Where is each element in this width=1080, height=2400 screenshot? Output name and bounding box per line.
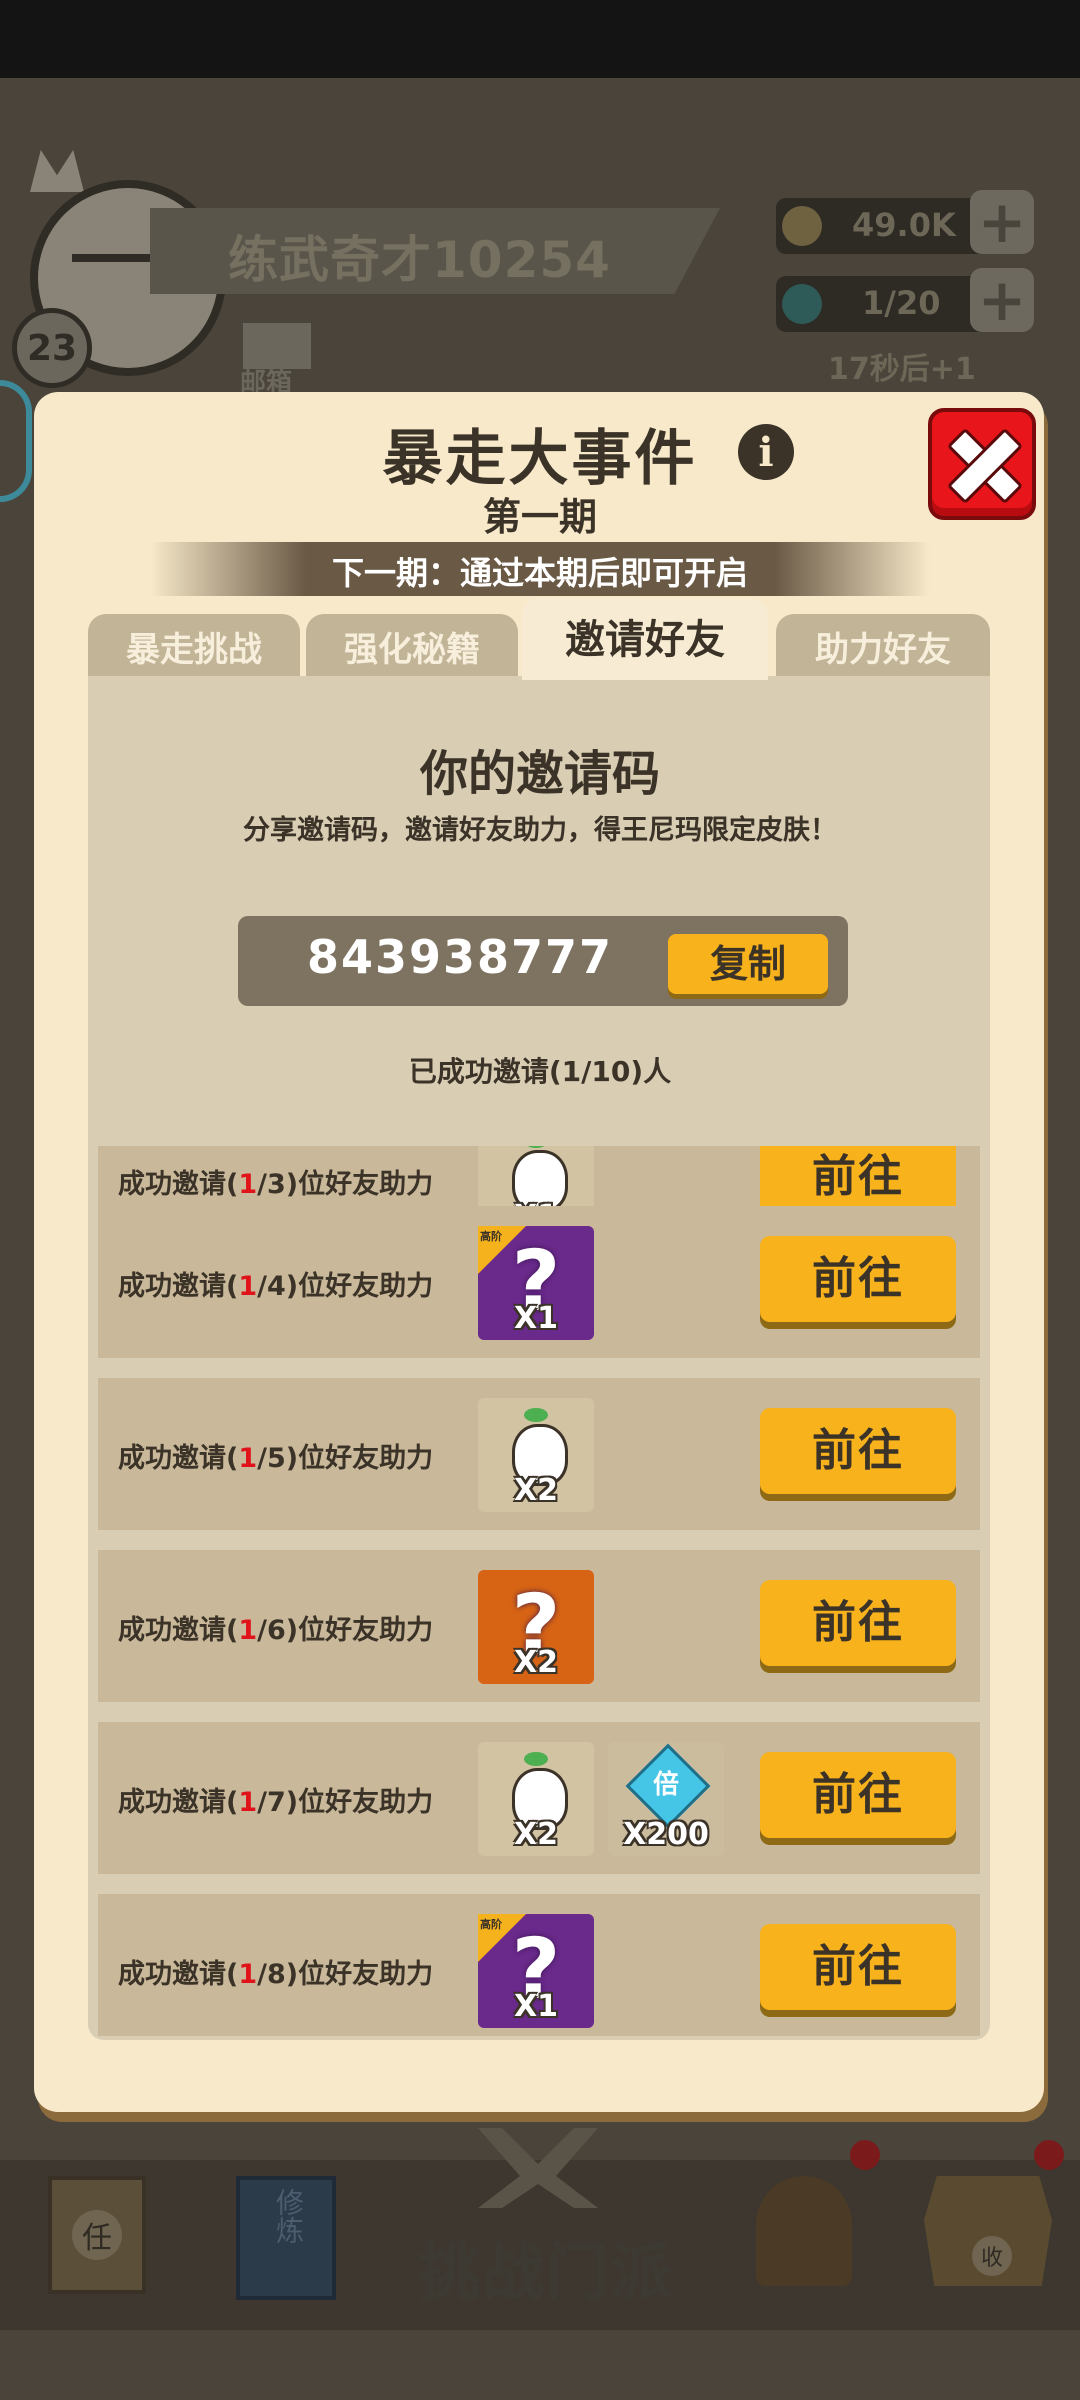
energy-value: 1/20 <box>862 284 941 322</box>
reward-quantity: X1 <box>513 1301 558 1336</box>
cultivate-book-icon: 修炼 <box>236 2176 336 2300</box>
go-button[interactable]: 前往 <box>760 1236 956 1322</box>
challenge-sect-label: 挑战门派 <box>418 2236 675 2309</box>
invited-count: 已成功邀请(1/10)人 <box>408 1055 672 1088</box>
task-label: 成功邀请(1/4)位好友助力 <box>118 1271 434 1302</box>
reward-skin-piece[interactable]: X2 <box>478 1742 594 1856</box>
go-button[interactable]: 前往 <box>760 1924 956 2010</box>
tab-rampage-challenge[interactable]: 暴走挑战 <box>88 614 300 680</box>
notification-dot <box>1034 2140 1064 2170</box>
info-icon[interactable]: i <box>738 424 794 480</box>
invite-code-heading: 你的邀请码 <box>419 746 660 802</box>
shop-label: 收 <box>972 2236 1012 2276</box>
reward-mystery-box[interactable]: ? 高阶 X1 <box>478 1226 594 1340</box>
next-period-text: 下一期：通过本期后即可开启 <box>331 554 748 592</box>
list-item: 成功邀请(1/4)位好友助力 ? 高阶 X1 前往 <box>98 1206 980 1358</box>
add-energy-button: + <box>970 268 1034 332</box>
coin-icon <box>782 206 822 246</box>
invite-description: 分享邀请码，邀请好友助力，得王尼玛限定皮肤！ <box>243 815 837 846</box>
reward-mystery-box[interactable]: ? 高阶 X1 <box>478 1914 594 2028</box>
coin-value: 49.0K <box>852 206 956 244</box>
reward-quantity: X2 <box>513 1473 558 1508</box>
leaf-icon <box>524 1752 548 1766</box>
add-coins-button: + <box>970 190 1034 254</box>
tab-enhance-manual[interactable]: 强化秘籍 <box>306 614 518 680</box>
go-button[interactable]: 前往 <box>760 1752 956 1838</box>
reward-quantity: X1 <box>513 1989 558 2024</box>
notification-dot <box>850 2140 880 2170</box>
cultivate-label: 修炼 <box>272 2188 305 2244</box>
reward-quantity: X200 <box>623 1817 709 1852</box>
reward-quantity: X2 <box>513 1645 558 1680</box>
multiplier-char: 倍 <box>652 1770 679 1800</box>
copy-button[interactable]: 复制 <box>668 934 828 994</box>
go-button[interactable]: 前往 <box>760 1580 956 1666</box>
leaf-icon <box>524 1408 548 1422</box>
level-badge: 23 <box>12 308 92 388</box>
invite-code: 843938777 <box>306 930 614 984</box>
energy-icon <box>782 284 822 324</box>
reward-mystery-outfit[interactable]: ? X2 <box>478 1570 594 1684</box>
list-item: 成功邀请(1/6)位好友助力 ? X2 前往 <box>98 1550 980 1702</box>
list-item: 成功邀请(1/8)位好友助力 ? 高阶 X1 前往 <box>98 1894 980 2036</box>
helmet-icon <box>756 2176 852 2286</box>
tab-invite-friends[interactable]: 邀请好友 <box>522 598 768 680</box>
task-label: 成功邀请(1/5)位好友助力 <box>118 1443 434 1474</box>
task-label: 成功邀请(1/6)位好友助力 <box>118 1615 434 1646</box>
period-label: 第一期 <box>482 495 597 539</box>
list-item: 成功邀请(1/7)位好友助力 X2 倍 X200 前往 <box>98 1722 980 1874</box>
status-bar <box>0 0 1080 78</box>
task-label: 成功邀请(1/8)位好友助力 <box>118 1959 434 1990</box>
reward-multiplier-gem[interactable]: 倍 X200 <box>608 1742 724 1856</box>
task-label: 任 <box>72 2210 122 2260</box>
modal-title: 暴走大事件 <box>382 424 698 494</box>
reward-task-list[interactable]: 成功邀请(1/3)位好友助力 X1 前往 成功邀请(1/4)位好友助力 ? 高阶… <box>98 1146 980 2036</box>
task-label: 成功邀请(1/3)位好友助力 <box>118 1169 434 1200</box>
username: 练武奇才10254 <box>228 231 611 289</box>
task-label: 成功邀请(1/7)位好友助力 <box>118 1787 434 1818</box>
leaf-icon <box>524 1146 548 1148</box>
shop-icon: 收 <box>924 2176 1052 2286</box>
energy-timer: 17秒后+1 <box>828 352 976 387</box>
reward-skin-piece[interactable]: X2 <box>478 1398 594 1512</box>
task-scroll-icon: 任 <box>48 2176 146 2294</box>
list-item: 成功邀请(1/5)位好友助力 X2 前往 <box>98 1378 980 1530</box>
go-button[interactable]: 前往 <box>760 1408 956 1494</box>
reward-quantity: X2 <box>513 1817 558 1852</box>
tab-help-friends[interactable]: 助力好友 <box>776 614 990 680</box>
